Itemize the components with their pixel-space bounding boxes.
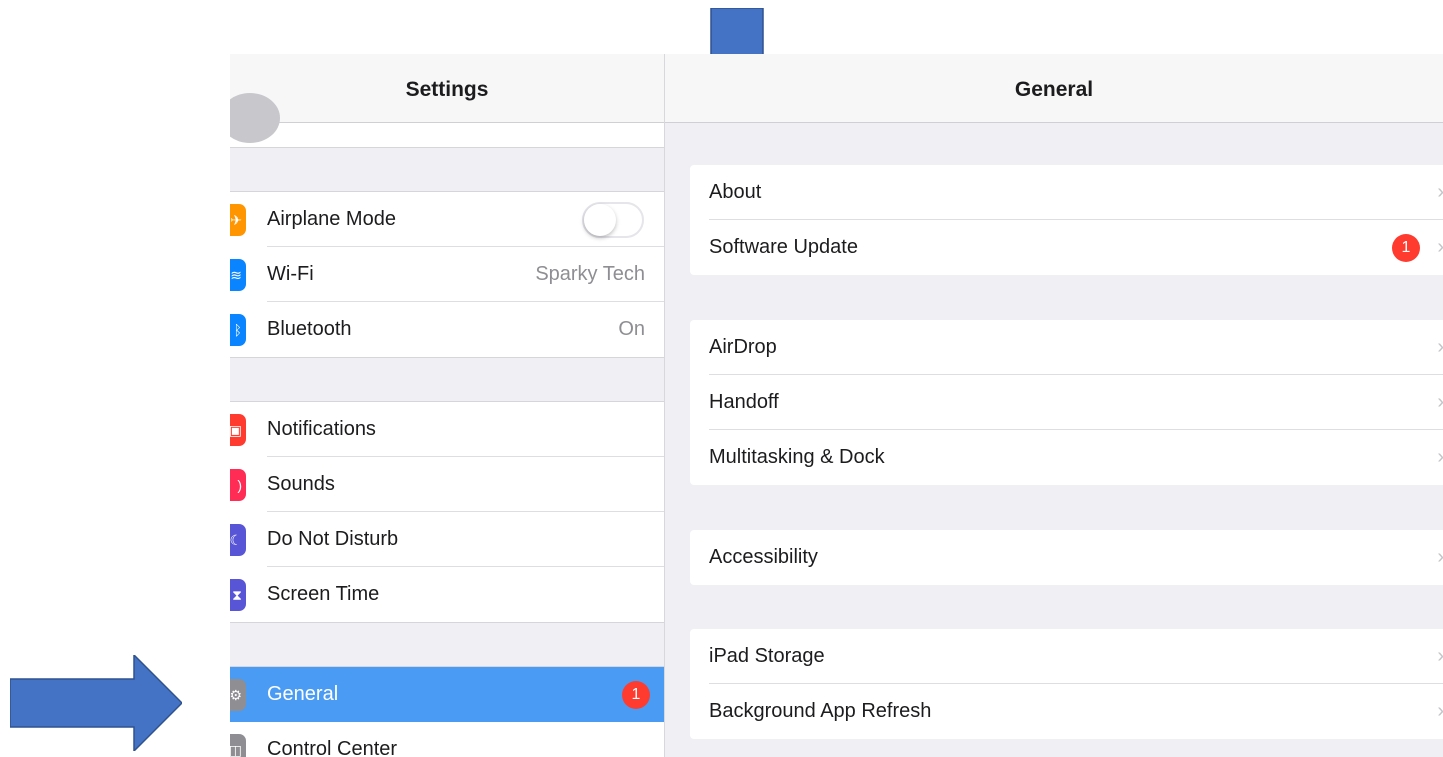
airplane-icon: ✈ xyxy=(230,204,246,236)
sidebar-item-label: Bluetooth xyxy=(267,318,352,340)
profile-row[interactable] xyxy=(230,93,664,148)
chevron-right-icon: › xyxy=(1437,336,1443,359)
continuity-group: AirDrop › Handoff › Multitasking & Dock … xyxy=(690,320,1443,485)
detail-title: General xyxy=(665,54,1443,123)
toggle-knob xyxy=(584,203,616,236)
chevron-right-icon: › xyxy=(1437,236,1443,259)
sidebar-item-airplane-mode[interactable]: ✈ Airplane Mode xyxy=(230,192,664,247)
chevron-right-icon: › xyxy=(1437,645,1443,668)
accessibility-row[interactable]: Accessibility › xyxy=(690,530,1443,585)
row-label: Software Update xyxy=(709,236,858,258)
settings-sidebar: Settings ✈ Airplane Mode ≋ Wi-Fi Sparky … xyxy=(230,54,665,757)
sidebar-item-label: Screen Time xyxy=(267,583,380,605)
right-arrow-annotation xyxy=(10,655,182,751)
moon-icon: ☾ xyxy=(230,524,246,556)
sidebar-item-notifications[interactable]: ▣ Notifications xyxy=(230,402,664,457)
sidebar-item-label: Sounds xyxy=(267,473,335,495)
ipad-storage-row[interactable]: iPad Storage › xyxy=(690,629,1443,684)
connectivity-group: ✈ Airplane Mode ≋ Wi-Fi Sparky Tech ᛒ Bl… xyxy=(230,191,664,358)
control-center-icon: ◫ xyxy=(230,734,246,757)
bluetooth-icon: ᛒ xyxy=(230,314,246,346)
sidebar-item-label: Airplane Mode xyxy=(267,208,396,230)
sidebar-item-label: General xyxy=(267,683,339,705)
notifications-group: ▣ Notifications ) Sounds ☾ Do Not Distur… xyxy=(230,401,664,623)
gear-icon: ⚙ xyxy=(230,679,246,711)
row-label: Background App Refresh xyxy=(709,700,932,722)
chevron-right-icon: › xyxy=(1437,446,1443,469)
sidebar-item-control-center[interactable]: ◫ Control Center xyxy=(230,722,664,757)
sidebar-item-general[interactable]: ⚙ General 1 xyxy=(230,667,664,722)
notifications-icon: ▣ xyxy=(230,414,246,446)
chevron-right-icon: › xyxy=(1437,181,1443,204)
notification-badge: 1 xyxy=(1392,233,1420,262)
sidebar-item-label: Control Center xyxy=(267,738,398,757)
row-label: About xyxy=(709,181,762,203)
sidebar-item-wifi[interactable]: ≋ Wi-Fi Sparky Tech xyxy=(230,247,664,302)
handoff-row[interactable]: Handoff › xyxy=(690,375,1443,430)
software-update-row[interactable]: Software Update 1 › xyxy=(690,220,1443,275)
about-group: About › Software Update 1 › xyxy=(690,165,1443,275)
airdrop-row[interactable]: AirDrop › xyxy=(690,320,1443,375)
sidebar-item-label: Do Not Disturb xyxy=(267,528,399,550)
chevron-right-icon: › xyxy=(1437,546,1443,569)
sidebar-item-label: Notifications xyxy=(267,418,376,440)
sidebar-item-sounds[interactable]: ) Sounds xyxy=(230,457,664,512)
about-row[interactable]: About › xyxy=(690,165,1443,220)
sidebar-item-screen-time[interactable]: ⧗ Screen Time xyxy=(230,567,664,622)
notification-badge: 1 xyxy=(622,680,650,709)
storage-group: iPad Storage › Background App Refresh › xyxy=(690,629,1443,739)
sidebar-title: Settings xyxy=(230,54,664,123)
sidebar-item-label: Wi-Fi xyxy=(267,263,314,285)
row-label: Accessibility xyxy=(709,546,818,568)
row-label: AirDrop xyxy=(709,336,777,358)
bluetooth-status-value: On xyxy=(618,318,645,340)
chevron-right-icon: › xyxy=(1437,391,1443,414)
row-label: Handoff xyxy=(709,391,779,413)
avatar xyxy=(230,93,280,143)
sidebar-item-bluetooth[interactable]: ᛒ Bluetooth On xyxy=(230,302,664,357)
general-group: ⚙ General 1 ◫ Control Center xyxy=(230,666,664,757)
row-label: iPad Storage xyxy=(709,645,825,667)
multitasking-dock-row[interactable]: Multitasking & Dock › xyxy=(690,430,1443,485)
wifi-icon: ≋ xyxy=(230,259,246,291)
hourglass-icon: ⧗ xyxy=(230,579,246,611)
general-detail-pane: General About › Software Update 1 › AirD… xyxy=(665,54,1443,757)
wifi-network-value: Sparky Tech xyxy=(535,263,645,285)
sounds-icon: ) xyxy=(230,469,246,501)
chevron-right-icon: › xyxy=(1437,700,1443,723)
settings-screen: Settings ✈ Airplane Mode ≋ Wi-Fi Sparky … xyxy=(230,54,1443,757)
sidebar-item-do-not-disturb[interactable]: ☾ Do Not Disturb xyxy=(230,512,664,567)
airplane-mode-toggle[interactable] xyxy=(582,201,644,238)
background-app-refresh-row[interactable]: Background App Refresh › xyxy=(690,684,1443,739)
accessibility-group: Accessibility › xyxy=(690,530,1443,585)
row-label: Multitasking & Dock xyxy=(709,446,885,468)
